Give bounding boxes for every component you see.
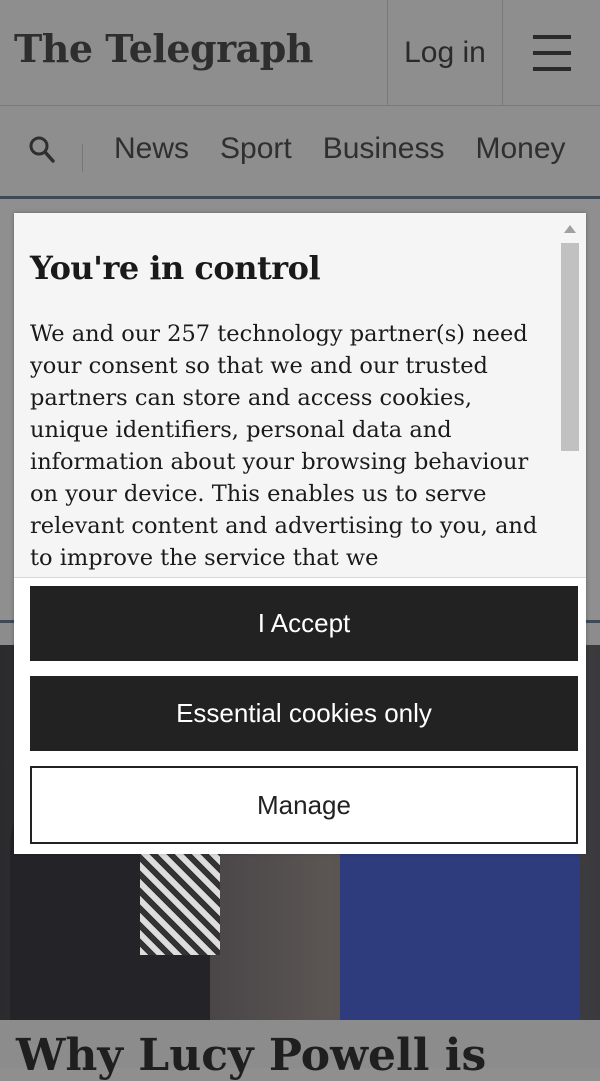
cookie-consent-dialog: You're in control We and our 257 technol…: [14, 213, 586, 854]
essential-cookies-button[interactable]: Essential cookies only: [30, 676, 578, 751]
nav-item-sport[interactable]: Sport: [220, 132, 292, 166]
hamburger-icon: [533, 29, 571, 77]
scroll-up-icon[interactable]: [564, 225, 576, 233]
login-button[interactable]: Log in: [387, 0, 502, 105]
nav-item-money[interactable]: Money: [475, 132, 565, 166]
nav-divider: [82, 144, 83, 172]
consent-body: We and our 257 technology partner(s) nee…: [30, 321, 538, 571]
consent-scrollbar[interactable]: [559, 221, 581, 571]
scrollbar-thumb[interactable]: [561, 243, 579, 451]
site-logo[interactable]: The Telegraph: [14, 26, 313, 71]
consent-title: You're in control: [30, 249, 321, 287]
consent-scroll-area[interactable]: You're in control We and our 257 technol…: [14, 213, 586, 577]
nav-item-business[interactable]: Business: [323, 132, 445, 166]
search-icon[interactable]: [28, 134, 56, 171]
article-headline[interactable]: Why Lucy Powell is: [16, 1030, 486, 1081]
accept-button[interactable]: I Accept: [30, 586, 578, 661]
manage-button[interactable]: Manage: [30, 766, 578, 844]
consent-actions: I Accept Essential cookies only Manage: [14, 577, 586, 854]
section-nav: News Sport Business Money: [0, 106, 600, 199]
nav-item-news[interactable]: News: [114, 132, 189, 166]
site-header: The Telegraph Log in: [0, 0, 600, 106]
menu-button[interactable]: [502, 0, 600, 105]
